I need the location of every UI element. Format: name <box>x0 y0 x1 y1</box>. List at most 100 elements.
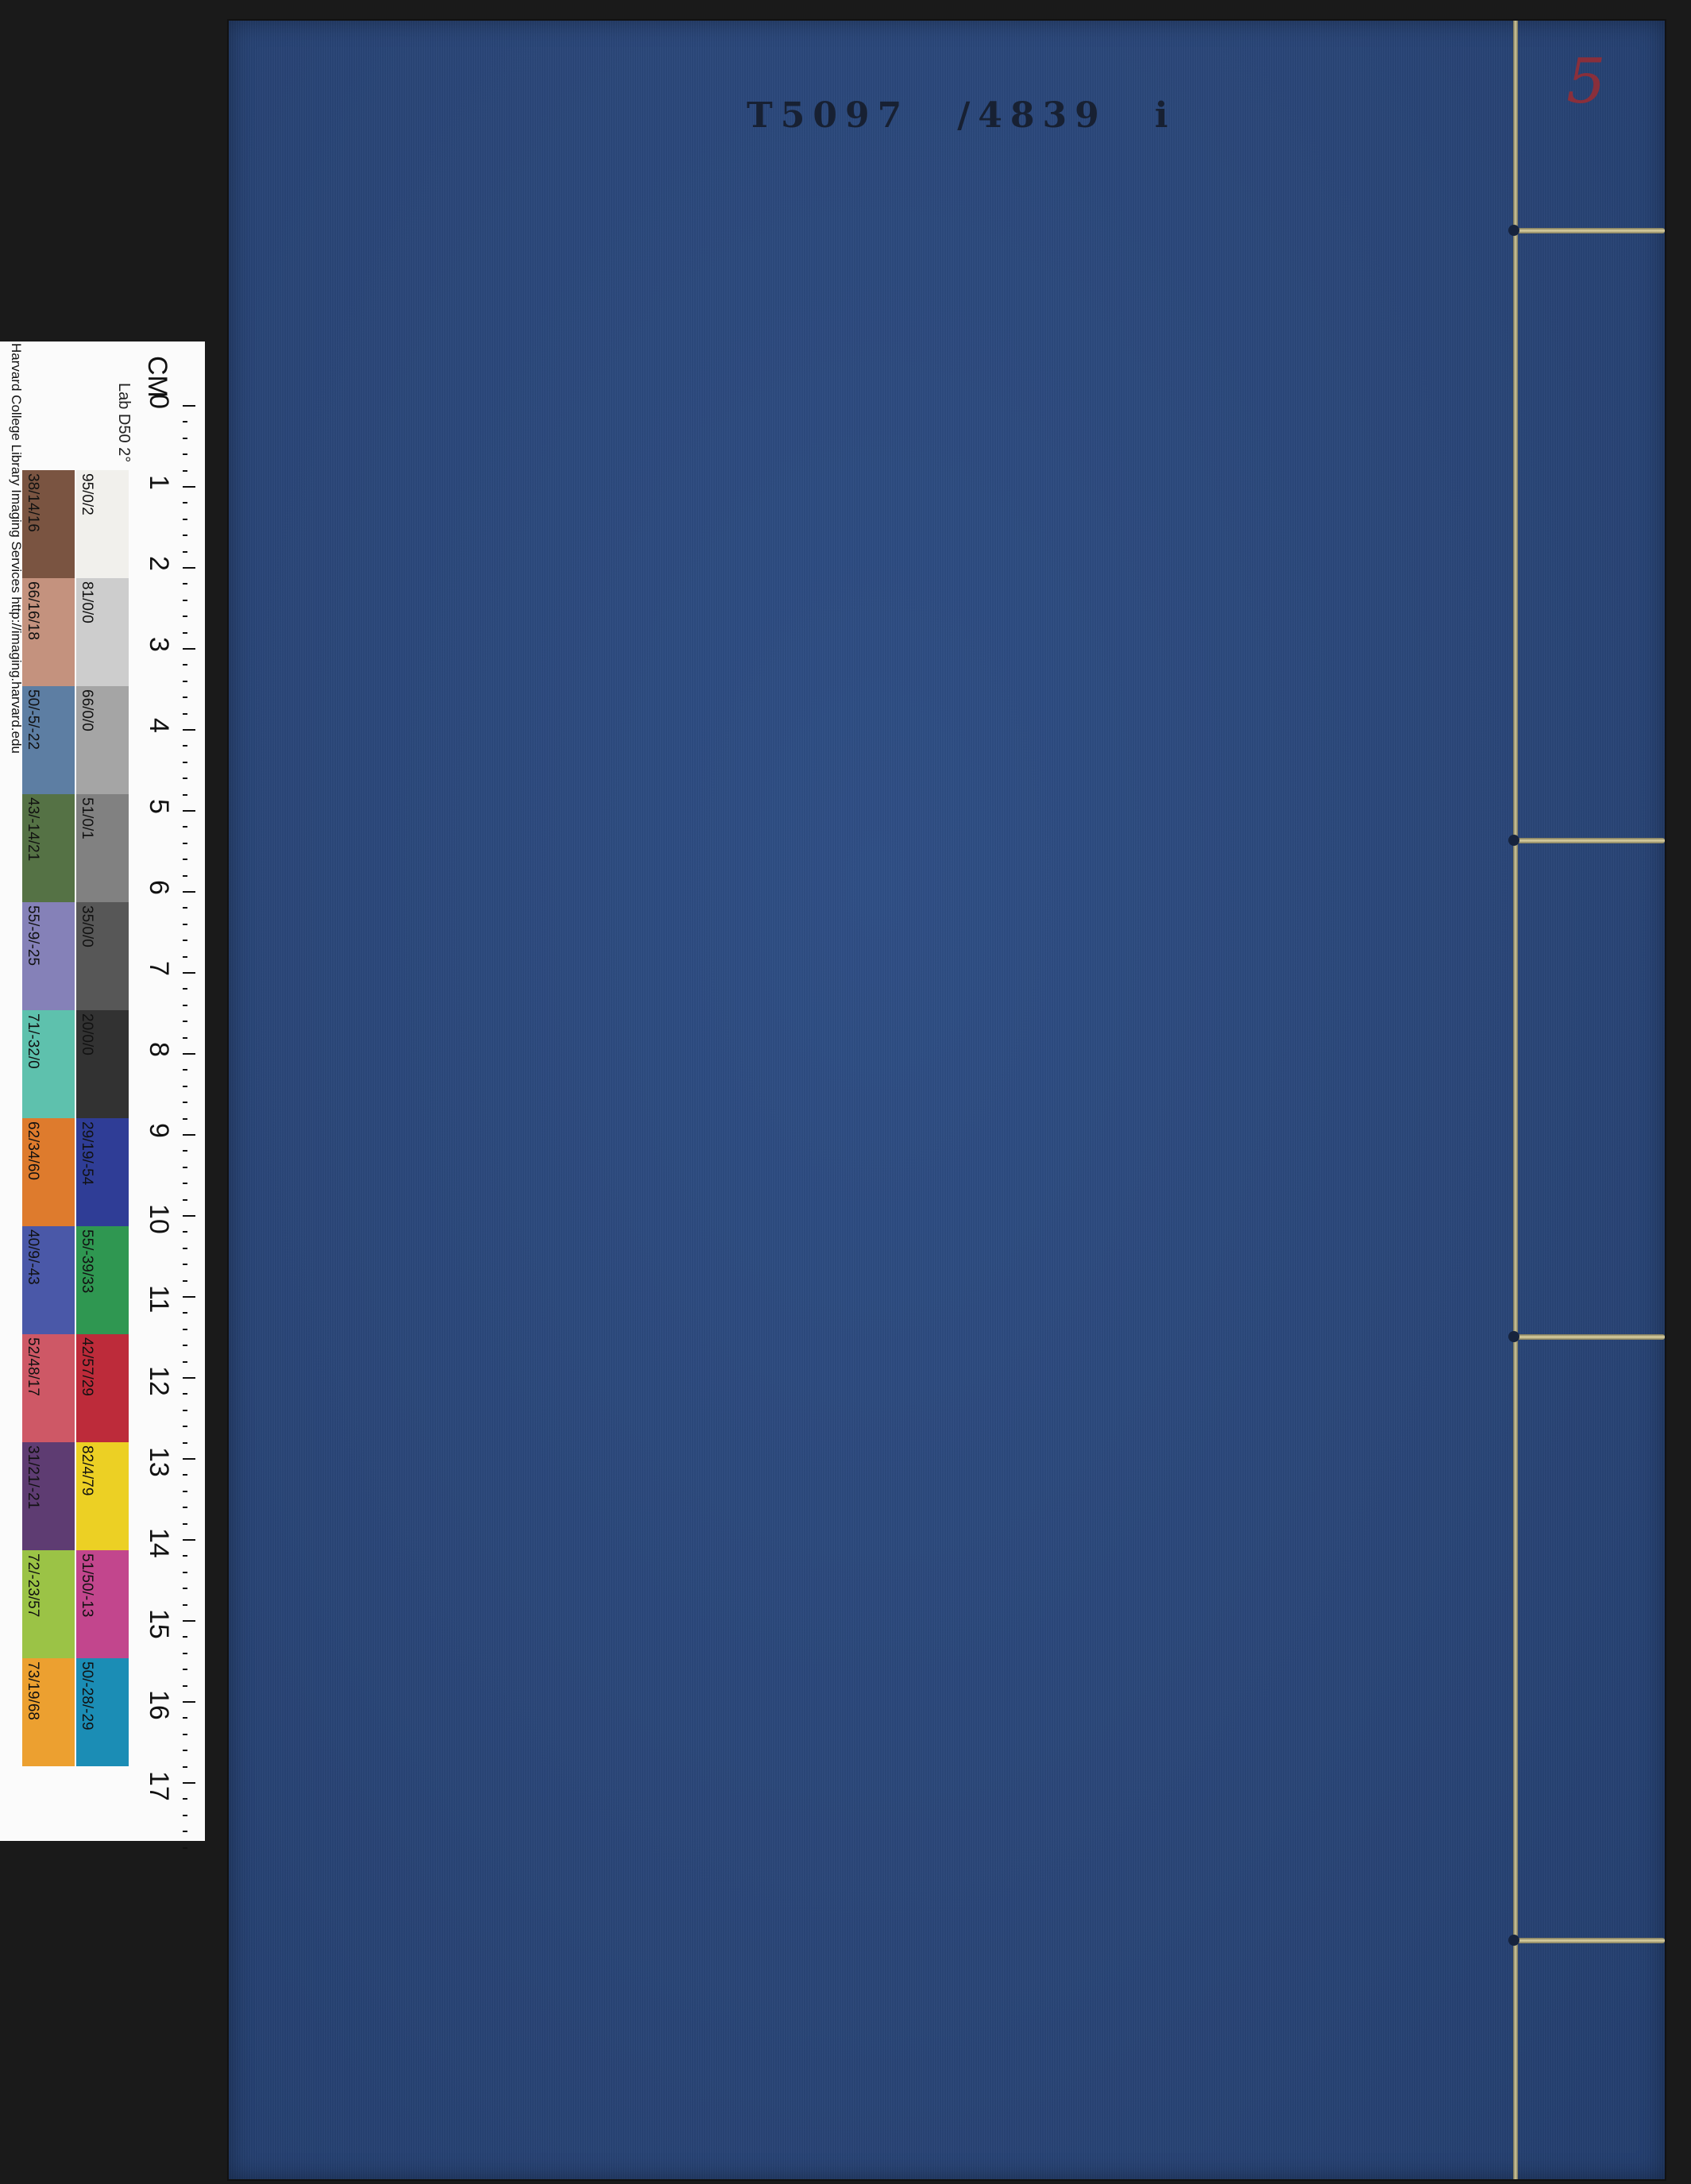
ruler-tick <box>183 1166 187 1168</box>
color-patch-label: 20/0/0 <box>79 1013 95 1055</box>
color-patch-label: 66/0/0 <box>79 689 95 731</box>
ruler-tick <box>183 421 187 423</box>
ruler-tick <box>183 940 187 942</box>
ruler-tick <box>183 1069 187 1071</box>
color-patch-label: 51/50/-13 <box>79 1553 95 1618</box>
color-patch: 38/14/16 <box>22 470 75 578</box>
ruler-number: 11 <box>144 1285 174 1314</box>
ruler-tick <box>183 631 187 634</box>
book-cover <box>229 21 1665 2179</box>
ruler-tick <box>183 1652 187 1654</box>
ruler-tick <box>183 988 187 990</box>
color-patch: 31/21/-21 <box>22 1442 75 1550</box>
ruler-tick <box>183 1684 187 1687</box>
ruler-tick <box>183 826 187 828</box>
ruler-tick <box>183 842 187 844</box>
ruler-tick <box>183 907 187 909</box>
binding-thread <box>1513 21 1518 2179</box>
ruler-number: 2 <box>144 556 174 571</box>
color-patch-label: 55/-9/-25 <box>25 905 41 967</box>
ruler-tick <box>183 1798 187 1800</box>
ruler-tick <box>183 1620 195 1622</box>
ruler-tick <box>183 1458 195 1460</box>
ruler-tick <box>183 599 187 601</box>
ruler-tick <box>183 453 187 456</box>
lab-label: Lab D50 2° <box>115 383 133 463</box>
ruler-tick <box>183 1183 187 1185</box>
binding-stitch <box>1513 838 1665 843</box>
color-patch-label: 38/14/16 <box>25 473 41 532</box>
ruler-tick <box>183 550 187 553</box>
ruler-tick <box>183 1312 187 1314</box>
ruler-tick <box>183 1814 187 1816</box>
ruler-tick <box>183 405 195 407</box>
color-patch-label: 51/0/1 <box>79 797 95 839</box>
ruler-tick <box>183 891 195 893</box>
color-patch: 42/57/29 <box>76 1334 129 1442</box>
color-patch: 66/0/0 <box>76 686 129 794</box>
color-patch-label: 72/-23/57 <box>25 1553 41 1618</box>
color-patch-label: 43/-14/21 <box>25 797 41 862</box>
color-patch-label: 35/0/0 <box>79 905 95 947</box>
ruler-tick <box>183 712 187 715</box>
color-patch-label: 52/48/17 <box>25 1337 41 1396</box>
color-patch: 55/-9/-25 <box>22 902 75 1010</box>
cm-ruler: 0 1 2 3 4 5 6 7 8 9 10 11 12 13 14 15 16 17 <box>140 394 195 1849</box>
ruler-tick <box>183 1360 187 1363</box>
ruler-tick <box>183 1053 195 1055</box>
ruler-tick <box>183 923 187 925</box>
ruler-tick <box>183 745 187 747</box>
ruler-tick <box>183 1264 187 1266</box>
color-patch: 82/4/79 <box>76 1442 129 1550</box>
call-number-mark: i <box>1154 95 1176 136</box>
ruler-tick <box>183 1522 187 1525</box>
color-patch-label: 81/0/0 <box>79 581 95 623</box>
ruler-tick <box>183 502 187 504</box>
color-patch-label: 82/4/79 <box>79 1445 95 1496</box>
ruler-tick <box>183 1490 187 1492</box>
ruler-number: 0 <box>144 394 174 409</box>
color-patch: 71/-32/0 <box>22 1010 75 1118</box>
ruler-number: 3 <box>144 637 174 652</box>
color-patch: 73/19/68 <box>22 1658 75 1766</box>
color-patch-column-left: 38/14/16 66/16/18 50/-5/-22 43/-14/21 55/-9/… <box>22 470 75 1766</box>
ruler-tick <box>183 1377 195 1379</box>
ruler-tick <box>183 1215 195 1217</box>
ruler-number: 1 <box>144 475 174 490</box>
ruler-tick <box>183 1846 187 1849</box>
ruler-tick <box>183 793 187 796</box>
color-patch: 43/-14/21 <box>22 794 75 902</box>
color-patch: 81/0/0 <box>76 578 129 686</box>
color-patch-label: 73/19/68 <box>25 1661 41 1720</box>
ruler-number: 12 <box>144 1366 174 1396</box>
ruler-tick <box>183 680 187 682</box>
ruler-tick <box>183 1150 187 1152</box>
color-patch: 50/-28/-29 <box>76 1658 129 1766</box>
ruler-tick <box>183 972 195 974</box>
ruler-number: 16 <box>144 1690 174 1720</box>
ruler-tick <box>183 696 187 699</box>
ruler-tick <box>183 1750 187 1752</box>
call-number-stamp: T5097/4839 i <box>747 95 1223 136</box>
ruler-tick <box>183 648 195 650</box>
ruler-tick <box>183 1231 187 1233</box>
ruler-tick <box>183 1603 187 1606</box>
ruler-tick <box>183 1296 195 1298</box>
ruler-tick <box>183 1588 187 1590</box>
ruler-tick <box>183 664 187 666</box>
stitch-hole <box>1508 225 1519 236</box>
volume-number-mark: 5 <box>1566 46 1606 118</box>
color-patch: 20/0/0 <box>76 1010 129 1118</box>
color-calibration-card: Harvard College Library Imaging Services… <box>0 341 205 1849</box>
call-number-part2: /4839 <box>957 95 1107 136</box>
ruler-tick <box>183 583 187 585</box>
stitch-hole <box>1508 1331 1519 1342</box>
ruler-tick <box>183 1571 187 1573</box>
color-patch-label: 50/-5/-22 <box>25 689 41 751</box>
ruler-tick <box>183 1409 187 1411</box>
ruler-tick <box>183 534 187 537</box>
color-patch-label: 62/34/60 <box>25 1121 41 1180</box>
color-patch-column-right: 95/0/2 81/0/0 66/0/0 51/0/1 35/0/0 20/0/0 29/1… <box>76 470 129 1766</box>
ruler-tick <box>183 437 187 439</box>
color-patch: 72/-23/57 <box>22 1550 75 1658</box>
